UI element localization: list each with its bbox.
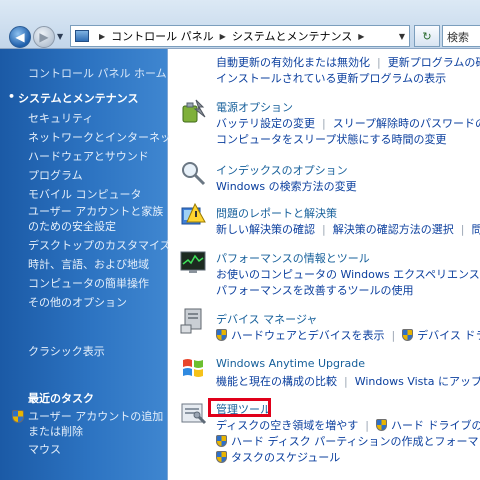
update-links-row-1: 自動更新の有効化または無効化 | 更新プログラムの確認	[216, 54, 480, 70]
sidebar-category-list: セキュリティ ネットワークとインターネット ハードウェアとサウンド プログラム …	[28, 109, 182, 312]
device-links-row: ハードウェアとデバイスを表示 | デバイス ドライバの	[216, 327, 480, 343]
improve-performance-link[interactable]: パフォーマンスを改善するツールの使用	[216, 282, 414, 298]
sidebar-item-clock[interactable]: 時計、言語、および地域	[28, 255, 164, 274]
chevron-right-icon[interactable]: ▶	[220, 32, 226, 41]
annotation-highlight-box	[208, 398, 271, 417]
refresh-icon: ↻	[422, 29, 432, 43]
recent-task-item[interactable]: ユーザー アカウントの追加または削除	[12, 409, 164, 439]
toggle-auto-update-link[interactable]: 自動更新の有効化または無効化	[216, 54, 370, 70]
compare-features-link[interactable]: 機能と現在の構成の比較	[216, 373, 337, 389]
refresh-button[interactable]: ↻	[414, 25, 440, 47]
upgrade-vista-link[interactable]: Windows Vista にアップグレー	[355, 373, 480, 389]
update-links-row-2: インストールされている更新プログラムの表示	[216, 70, 446, 86]
device-manager-title[interactable]: デバイス マネージャ	[216, 311, 317, 327]
back-button[interactable]: ◀	[9, 26, 31, 48]
control-panel-icon	[75, 30, 89, 42]
admin-links-row-1: ディスクの空き領域を増やす | ハード ドライブの最適化	[216, 417, 480, 433]
anytime-links-row: 機能と現在の構成の比較 | Windows Vista にアップグレー	[216, 373, 480, 389]
schedule-tasks-link[interactable]: タスクのスケジュール	[231, 449, 340, 465]
history-dropdown-icon[interactable]: ▼	[57, 32, 63, 41]
sidebar-item-security[interactable]: セキュリティ	[28, 109, 164, 128]
view-devices-link[interactable]: ハードウェアとデバイスを表示	[231, 327, 384, 343]
experience-index-link[interactable]: お使いのコンピュータの Windows エクスペリエンス インデ	[216, 266, 480, 282]
control-panel-window: ◀ ▶ ▼ ▶ コントロール パネル ▶ システムとメンテナンス ▶ ▼ ↻ 検…	[0, 0, 480, 480]
change-search-method-link[interactable]: Windows の検索方法の変更	[216, 178, 357, 194]
forward-button[interactable]: ▶	[33, 26, 55, 48]
sidebar-item-mobile[interactable]: モバイル コンピュータ	[28, 185, 164, 204]
performance-links-row-2: パフォーマンスを改善するツールの使用	[216, 282, 414, 298]
address-bar[interactable]: ▶ コントロール パネル ▶ システムとメンテナンス ▶ ▼	[70, 25, 410, 47]
sidebar-item-ease-of-access[interactable]: コンピュータの簡単操作	[28, 274, 164, 293]
uac-shield-icon	[216, 329, 227, 341]
problem-reports-icon	[181, 202, 206, 225]
choose-check-method-link[interactable]: 解決策の確認方法の選択	[333, 221, 454, 237]
chevron-right-icon[interactable]: ▶	[358, 32, 364, 41]
sidebar-item-desktop[interactable]: デスクトップのカスタマイズ	[28, 236, 171, 255]
sidebar-item-other-options[interactable]: その他のオプション	[28, 293, 164, 312]
change-battery-settings-link[interactable]: バッテリ設定の変更	[216, 115, 315, 131]
uac-shield-icon	[375, 419, 387, 431]
check-new-solutions-link[interactable]: 新しい解決策の確認	[216, 221, 315, 237]
require-password-link[interactable]: スリープ解除時のパスワードの要求	[333, 115, 480, 131]
anytime-upgrade-title[interactable]: Windows Anytime Upgrade	[216, 357, 365, 370]
admin-links-row-3: タスクのスケジュール	[216, 449, 340, 465]
address-dropdown-icon[interactable]: ▼	[399, 32, 405, 41]
free-disk-space-link[interactable]: ディスクの空き領域を増やす	[216, 417, 358, 433]
breadcrumb-system-maintenance[interactable]: システムとメンテナンス	[232, 28, 352, 44]
sidebar-item-hardware[interactable]: ハードウェアとサウンド	[28, 147, 164, 166]
sidebar-classic-view-link[interactable]: クラシック表示	[28, 343, 105, 359]
windows-logo-icon	[183, 359, 203, 377]
search-input[interactable]: 検索	[442, 25, 480, 47]
indexing-options-title[interactable]: インデックスのオプション	[216, 162, 348, 178]
power-options-title[interactable]: 電源オプション	[216, 99, 293, 115]
change-sleep-time-link[interactable]: コンピュータをスリープ状態にする時間の変更	[216, 131, 446, 147]
problem-history-link[interactable]: 問題の履	[471, 221, 480, 237]
power-options-icon	[182, 99, 206, 123]
problem-links-row: 新しい解決策の確認 | 解決策の確認方法の選択 | 問題の履	[216, 221, 480, 237]
forward-arrow-icon: ▶	[39, 30, 49, 44]
view-installed-updates-link[interactable]: インストールされている更新プログラムの表示	[216, 70, 446, 86]
sidebar-item-programs[interactable]: プログラム	[28, 166, 164, 185]
indexing-links-row: Windows の検索方法の変更	[216, 178, 357, 194]
breadcrumb-control-panel[interactable]: コントロール パネル	[111, 28, 214, 44]
power-links-row-2: コンピュータをスリープ状態にする時間の変更	[216, 131, 446, 147]
power-links-row-1: バッテリ設定の変更 | スリープ解除時のパスワードの要求	[216, 115, 480, 131]
defragment-link[interactable]: ハード ドライブの最適化	[391, 417, 480, 433]
recent-tasks-heading: 最近のタスク	[28, 392, 94, 405]
category-content: 自動更新の有効化または無効化 | 更新プログラムの確認 インストールされている更…	[169, 49, 480, 480]
performance-links-row-1: お使いのコンピュータの Windows エクスペリエンス インデ	[216, 266, 480, 282]
update-drivers-link[interactable]: デバイス ドライバの	[417, 327, 480, 343]
sidebar-item-network[interactable]: ネットワークとインターネット	[28, 128, 182, 147]
uac-shield-icon	[216, 435, 227, 447]
recent-tasks-list: ユーザー アカウントの追加または削除 マウス	[12, 409, 164, 460]
sidebar-home-link[interactable]: コントロール パネル ホーム	[28, 65, 167, 81]
address-toolbar: ◀ ▶ ▼ ▶ コントロール パネル ▶ システムとメンテナンス ▶ ▼ ↻ 検…	[0, 0, 480, 49]
uac-shield-icon	[12, 410, 24, 423]
device-manager-icon	[180, 308, 202, 334]
task-pane: コントロール パネル ホーム システムとメンテナンス セキュリティ ネットワーク…	[0, 49, 182, 480]
administrative-tools-icon	[181, 403, 207, 425]
back-arrow-icon: ◀	[15, 30, 25, 44]
sidebar-item-user-accounts[interactable]: ユーザー アカウントと家族のための安全設定	[28, 204, 164, 236]
recent-task-item[interactable]: マウス	[12, 442, 164, 457]
create-format-partitions-link[interactable]: ハード ディスク パーティションの作成とフォーマット	[231, 433, 480, 449]
performance-monitor-icon	[180, 251, 206, 273]
admin-links-row-2: ハード ディスク パーティションの作成とフォーマット	[216, 433, 480, 449]
chevron-right-icon[interactable]: ▶	[99, 32, 105, 41]
performance-title[interactable]: パフォーマンスの情報とツール	[216, 250, 370, 266]
uac-shield-icon	[402, 329, 414, 341]
sidebar-current-category: システムとメンテナンス	[8, 90, 138, 106]
problem-reports-title[interactable]: 問題のレポートと解決策	[216, 205, 337, 221]
magnifier-icon	[182, 162, 206, 186]
uac-shield-icon	[216, 451, 227, 463]
check-updates-link[interactable]: 更新プログラムの確認	[388, 54, 480, 70]
